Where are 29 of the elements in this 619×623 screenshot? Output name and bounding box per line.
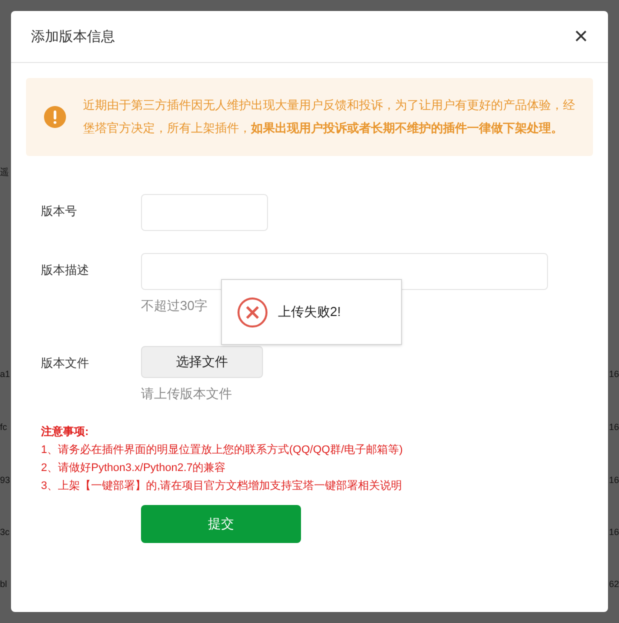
background-cell-text: a1	[0, 370, 10, 379]
note-item: 3、上架【一键部署】的,请在项目官方文档增加支持宝塔一键部署相关说明	[41, 478, 404, 494]
text-field[interactable]	[141, 194, 268, 231]
toast-message: 上传失败2!	[278, 303, 341, 322]
background-cell-text: 16	[608, 528, 619, 537]
notes-title: 注意事项:	[41, 424, 90, 440]
dialog-title: 添加版本信息	[31, 27, 115, 46]
background-cell-text: 16	[608, 476, 619, 485]
submit-button[interactable]: 提交	[141, 505, 301, 543]
background-cell-text: 16	[608, 423, 619, 432]
error-icon	[237, 296, 268, 328]
notice-text: 近期由于第三方插件因无人维护出现大量用户反馈和投诉，为了让用户有更好的产品体验，经堡塔官方决定，所有上架插件，如果出现用户投诉或者长期不维护的插件一律做下架处理。	[83, 97, 575, 137]
background-cell-text: 3c	[0, 528, 10, 537]
close-button[interactable]: ×	[574, 24, 588, 48]
field-label: 版本描述	[41, 262, 90, 279]
note-item: 1、请务必在插件界面的明显位置放上您的联系方式(QQ/QQ群/电子邮箱等)	[41, 442, 404, 458]
background-cell-text: fc	[0, 423, 8, 432]
field-label: 版本文件	[41, 354, 90, 372]
background-cell-text: 93	[0, 476, 10, 485]
background-cell-text: 遥	[0, 168, 9, 177]
choose-file-button[interactable]: 选择文件	[141, 346, 263, 378]
background-cell-text: 16	[608, 370, 619, 379]
field-hint: 请上传版本文件	[141, 384, 232, 402]
field-hint: 不超过30字	[141, 297, 208, 315]
background-cell-text: bl	[0, 580, 8, 589]
field-label: 版本号	[41, 203, 78, 220]
background-cell-text: 62	[608, 580, 619, 589]
warning-icon	[44, 106, 66, 128]
note-item: 2、请做好Python3.x/Python2.7的兼容	[41, 460, 227, 476]
